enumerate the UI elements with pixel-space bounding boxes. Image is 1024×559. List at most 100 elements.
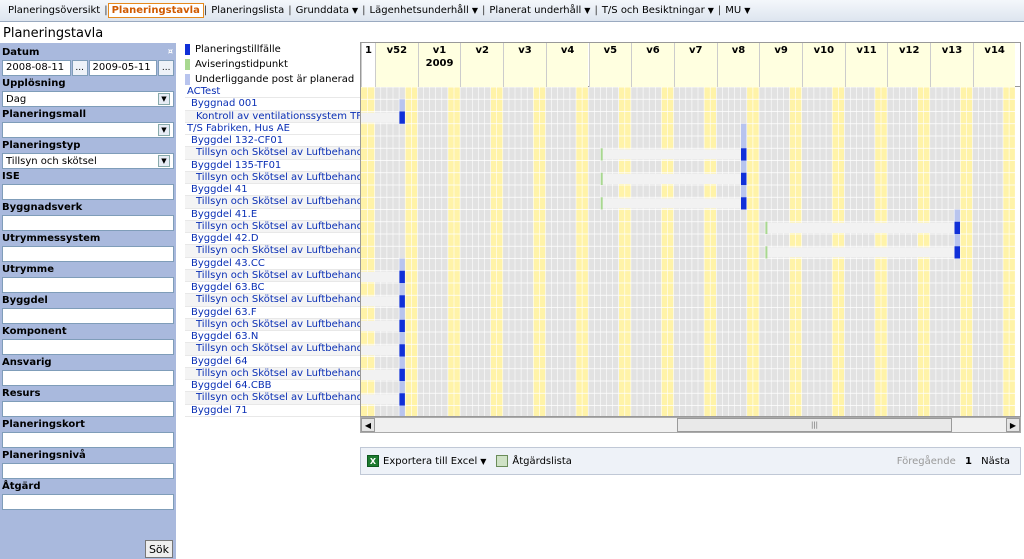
pin-icon[interactable]: ¤ bbox=[168, 47, 173, 56]
tree-row[interactable]: Byggdel 132-CF01 bbox=[185, 135, 360, 148]
week-column-header: v11 bbox=[844, 43, 888, 87]
tree-row[interactable]: ACTest bbox=[185, 86, 360, 99]
tree-row[interactable]: Byggdel 43.CC bbox=[185, 258, 360, 270]
day-column bbox=[527, 87, 533, 416]
filter-field-input[interactable] bbox=[2, 401, 174, 417]
day-column bbox=[612, 87, 619, 416]
tree-row[interactable]: Tillsyn och Skötsel av Luftbehandlingsag bbox=[185, 196, 360, 209]
planning-bar bbox=[765, 247, 955, 258]
week-column-header: v12 bbox=[887, 43, 931, 87]
tree-row[interactable]: Tillsyn och Skötsel av Luftbehandlingsag bbox=[185, 220, 360, 233]
filter-field-input[interactable] bbox=[2, 463, 174, 479]
planning-bar bbox=[361, 320, 400, 331]
chevron-down-icon[interactable]: ▼ bbox=[480, 457, 486, 466]
tree-row[interactable]: Tillsyn och Skötsel av Luftbehandlingsag bbox=[185, 269, 360, 282]
planeringstyp-select[interactable]: Tillsyn och skötsel ▼ bbox=[2, 153, 174, 169]
date-from-picker-button[interactable]: ... bbox=[71, 60, 88, 76]
filter-field-input[interactable] bbox=[2, 432, 174, 448]
day-column bbox=[484, 87, 491, 416]
filter-field-input[interactable] bbox=[2, 215, 174, 231]
scroll-right-icon[interactable]: ▶ bbox=[1006, 418, 1020, 432]
tree-row[interactable]: Byggdel 135-TF01 bbox=[185, 160, 360, 172]
tree-row[interactable]: T/S Fabriken, Hus AE bbox=[185, 123, 360, 135]
tree-row[interactable]: Byggdel 63.BC bbox=[185, 282, 360, 295]
prev-page-link[interactable]: Föregående bbox=[897, 456, 956, 467]
tree-row[interactable]: Byggdel 42.D bbox=[185, 233, 360, 246]
tree-row[interactable]: Byggdel 41.E bbox=[185, 209, 360, 221]
tree-row[interactable]: Byggdel 63.F bbox=[185, 307, 360, 319]
date-to-input[interactable]: 2009-05-11 bbox=[88, 60, 158, 76]
filter-field-input[interactable] bbox=[2, 339, 174, 355]
day-column bbox=[997, 87, 1003, 416]
tree-row[interactable]: Tillsyn och Skötsel av Luftbehandlingsag bbox=[185, 343, 360, 356]
actions-list-button[interactable]: Åtgärdslista bbox=[496, 455, 572, 467]
tree-row[interactable]: Byggdel 64 bbox=[185, 356, 360, 368]
tree-row[interactable]: Byggdel 63.N bbox=[185, 331, 360, 344]
chevron-down-icon[interactable]: ▼ bbox=[352, 6, 358, 15]
upplosning-select[interactable]: Dag ▼ bbox=[2, 91, 174, 107]
nav-item[interactable]: Planeringslista bbox=[207, 5, 288, 16]
planned-marker bbox=[741, 172, 747, 185]
planned-marker bbox=[399, 295, 405, 308]
chevron-down-icon[interactable]: ▼ bbox=[472, 6, 478, 15]
tree-row[interactable]: Byggdel 71 bbox=[185, 405, 360, 417]
filter-field-input[interactable] bbox=[2, 370, 174, 386]
week-column-header: v14 bbox=[972, 43, 1016, 87]
underlying-marker bbox=[954, 209, 960, 222]
horizontal-scrollbar[interactable]: ◀ ||| ▶ bbox=[360, 417, 1021, 433]
day-column bbox=[985, 87, 991, 416]
filter-field-input[interactable] bbox=[2, 308, 174, 324]
tree-row[interactable]: Tillsyn och Skötsel av Luftbehandlingsag bbox=[185, 245, 360, 258]
week-label: v1 bbox=[432, 45, 447, 56]
day-column bbox=[381, 87, 387, 416]
date-from-input[interactable]: 2008-08-11 bbox=[2, 60, 71, 76]
scrollbar-thumb[interactable]: ||| bbox=[677, 418, 952, 432]
export-excel-button[interactable]: X Exportera till Excel ▼ bbox=[367, 455, 486, 467]
date-to-picker-button[interactable]: ... bbox=[158, 60, 174, 76]
chevron-down-icon[interactable]: ▼ bbox=[744, 6, 750, 15]
tree-row[interactable]: Byggnad 001 bbox=[185, 98, 360, 111]
nav-item-label: Planeringslista bbox=[211, 5, 285, 16]
filter-field-input[interactable] bbox=[2, 494, 174, 510]
nav-item[interactable]: T/S och Besiktningar ▼ bbox=[598, 5, 718, 16]
planning-bar bbox=[361, 345, 400, 356]
filter-field-label: Utrymme bbox=[2, 264, 54, 275]
chevron-down-icon[interactable]: ▼ bbox=[158, 93, 170, 105]
chevron-down-icon[interactable]: ▼ bbox=[708, 6, 714, 15]
week-column-header: v9 bbox=[759, 43, 802, 87]
tree-row[interactable]: Tillsyn och Skötsel av Luftbehandlingsag bbox=[185, 318, 360, 331]
week-column-header: v8 bbox=[716, 43, 760, 87]
scroll-left-icon[interactable]: ◀ bbox=[361, 418, 375, 432]
search-button[interactable]: Sök bbox=[145, 540, 173, 558]
tree-row[interactable]: Kontroll av ventilationssystem TFA01/F bbox=[185, 110, 360, 123]
tree-row[interactable]: Tillsyn och Skötsel av Luftbehandlingsag bbox=[185, 367, 360, 380]
chevron-down-icon[interactable]: ▼ bbox=[158, 124, 170, 136]
tree-row[interactable]: Byggdel 64.CBB bbox=[185, 380, 360, 393]
week-label: v5 bbox=[603, 45, 618, 56]
tree-row[interactable]: Tillsyn och Skötsel av Luftbehandlingsag bbox=[185, 171, 360, 184]
nav-item[interactable]: Grunddata ▼ bbox=[292, 5, 363, 16]
pager: Föregående 1 Nästa bbox=[897, 456, 1010, 467]
chevron-down-icon[interactable]: ▼ bbox=[158, 155, 170, 167]
chevron-down-icon[interactable]: ▼ bbox=[584, 6, 590, 15]
planning-grid: 1 v52 v1 2009 v2 v3 v4 v5 v6 v7 v8 v9 v10 v11 v12 v13 v1… bbox=[360, 42, 1021, 417]
nav-item-label: Planerat underhåll bbox=[489, 5, 582, 16]
week-label: v13 bbox=[941, 45, 963, 56]
tree-row[interactable]: Tillsyn och Skötsel av Luftbehandlingsag bbox=[185, 294, 360, 307]
nav-item[interactable]: MU ▼ bbox=[721, 5, 754, 16]
planeringsmall-select[interactable]: ▼ bbox=[2, 122, 174, 138]
next-page-link[interactable]: Nästa bbox=[981, 456, 1010, 467]
filter-field-input[interactable] bbox=[2, 277, 174, 293]
nav-item[interactable]: Planerat underhåll ▼ bbox=[485, 5, 594, 16]
day-column bbox=[564, 87, 570, 416]
nav-item-label: MU bbox=[725, 5, 742, 16]
tree-row[interactable]: Tillsyn och Skötsel av Luftbehandlingsag bbox=[185, 147, 360, 160]
nav-item[interactable]: Lägenhetsunderhåll ▼ bbox=[366, 5, 482, 16]
nav-item[interactable]: Planeringsöversikt bbox=[4, 5, 104, 16]
tree-row[interactable]: Tillsyn och Skötsel av Luftbehandlingsag bbox=[185, 392, 360, 405]
tree-row[interactable]: Byggdel 41 bbox=[185, 184, 360, 197]
underlying-marker bbox=[741, 123, 747, 136]
filter-field-input[interactable] bbox=[2, 184, 174, 200]
filter-field-input[interactable] bbox=[2, 246, 174, 262]
nav-item[interactable]: Planeringstavla bbox=[107, 3, 204, 18]
